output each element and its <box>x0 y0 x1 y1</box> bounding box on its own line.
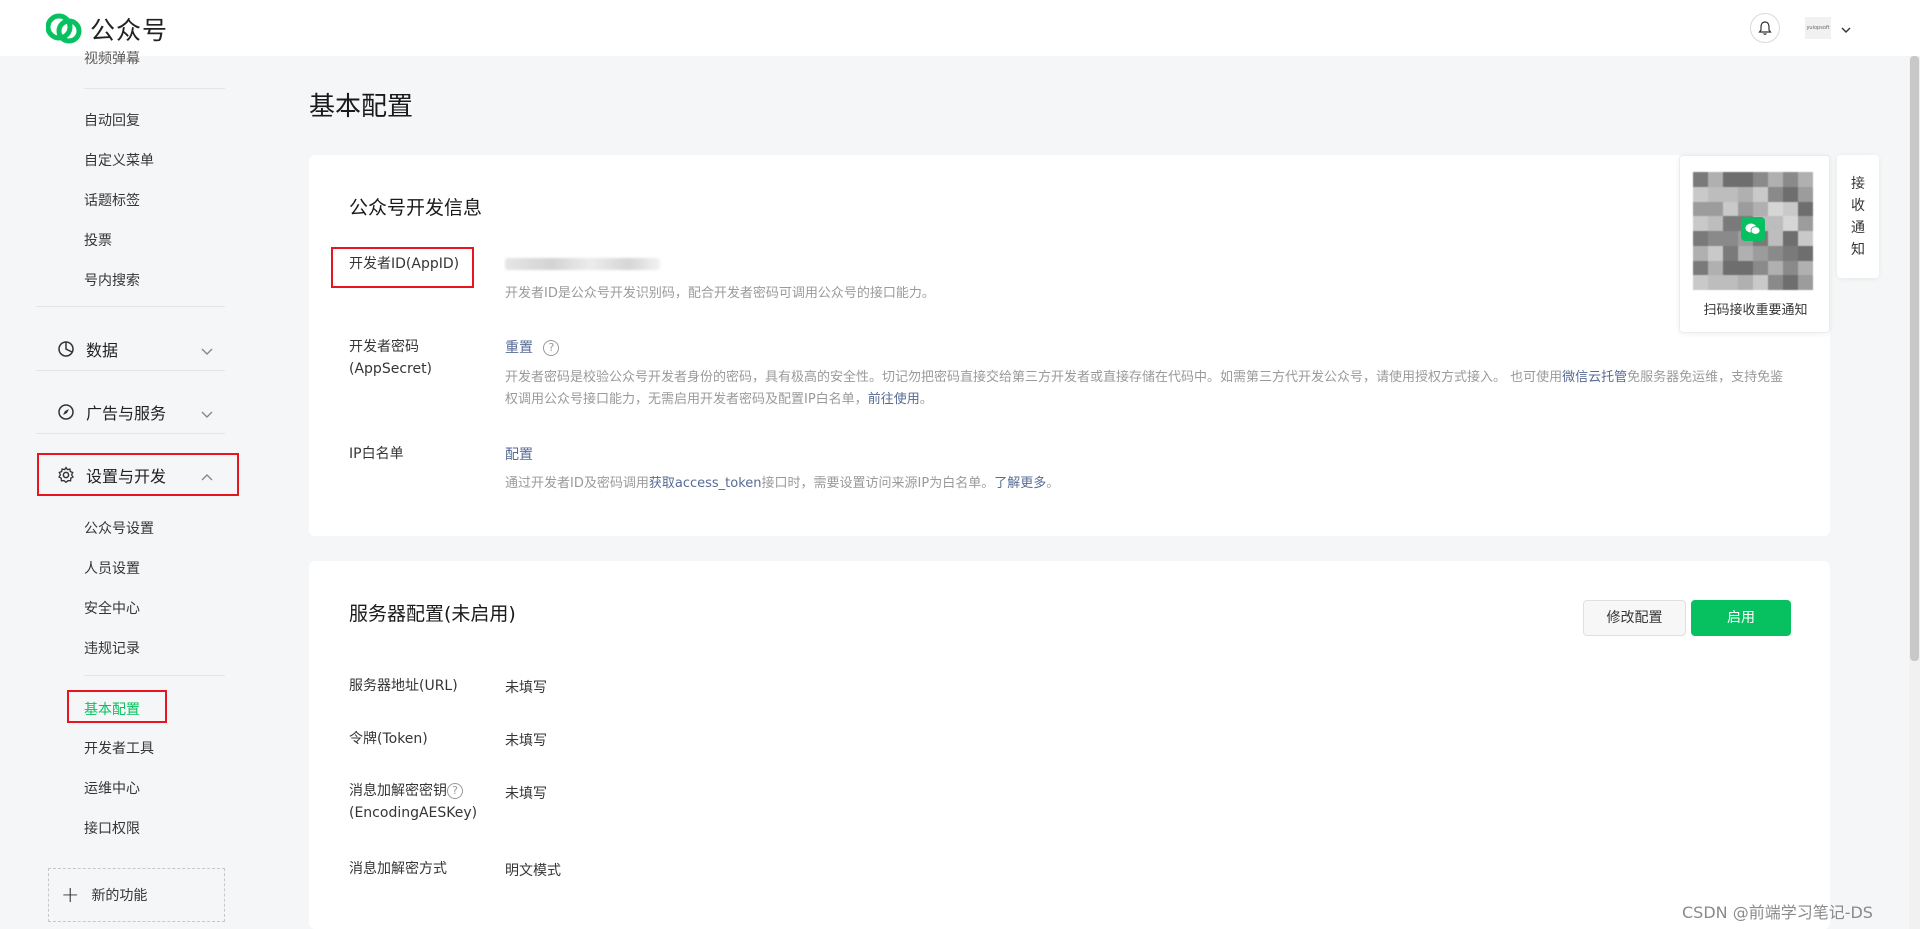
sidebar-item-violations[interactable]: 违规记录 <box>84 638 140 658</box>
token-label: 令牌(Token) <box>349 731 428 747</box>
top-bar: 公众号 yuiopsoft <box>0 0 1920 56</box>
new-feature-button[interactable]: + 新的功能 <box>48 868 225 922</box>
chevron-down-icon[interactable] <box>1840 20 1852 39</box>
notification-bell-icon[interactable] <box>1750 13 1780 43</box>
ip-desc-text: 通过开发者ID及密码调用 <box>505 476 649 491</box>
sidebar-item-member-settings[interactable]: 人员设置 <box>84 558 140 578</box>
modify-config-button[interactable]: 修改配置 <box>1583 600 1686 636</box>
appid-value-redacted <box>505 258 660 270</box>
sidebar-group-label: 广告与服务 <box>86 404 167 423</box>
scrollbar-thumb[interactable] <box>1910 56 1919 661</box>
sidebar-group-ads[interactable]: 广告与服务 <box>56 400 166 424</box>
server-config-title: 服务器配置(未启用) <box>349 603 516 625</box>
qr-caption: 扫码接收重要通知 <box>1703 303 1808 318</box>
annotation-highlight-appid <box>331 247 474 288</box>
configure-ip-link[interactable]: 配置 <box>505 444 533 464</box>
divider <box>84 675 225 676</box>
account-avatar[interactable]: yuiopsoft <box>1805 17 1831 39</box>
aes-key-value: 未填写 <box>505 786 547 802</box>
sidebar-item-search[interactable]: 号内搜索 <box>84 270 140 290</box>
access-token-link[interactable]: 获取access_token <box>649 476 762 491</box>
notice-tab-char: 通 <box>1851 219 1865 236</box>
logo[interactable]: 公众号 <box>45 11 169 47</box>
secret-desc-end: 。 <box>919 392 933 407</box>
ip-whitelist-label: IP白名单 <box>349 446 404 462</box>
secret-actions: 重置 ? <box>505 337 560 357</box>
pie-chart-icon <box>56 339 76 359</box>
sidebar-item-security-center[interactable]: 安全中心 <box>84 598 140 618</box>
wechat-icon <box>1741 217 1765 241</box>
new-feature-label: 新的功能 <box>91 888 148 904</box>
sidebar-item-dev-tools[interactable]: 开发者工具 <box>84 738 154 758</box>
sidebar: 视频弹幕 自动回复 自定义菜单 话题标签 投票 号内搜索 数据 广告与服务 设置… <box>0 51 260 929</box>
receive-notice-tab[interactable]: 接 收 通 知 <box>1837 155 1879 278</box>
compass-icon <box>56 402 76 422</box>
encryption-mode-value: 明文模式 <box>505 863 561 879</box>
sidebar-item-account-settings[interactable]: 公众号设置 <box>84 518 154 538</box>
sidebar-item-api-permissions[interactable]: 接口权限 <box>84 818 140 838</box>
help-icon[interactable]: ? <box>543 340 560 356</box>
wechat-logo-icon <box>45 12 82 46</box>
encryption-mode-label: 消息加解密方式 <box>349 861 447 877</box>
chevron-down-icon[interactable] <box>200 342 214 361</box>
annotation-highlight-settings <box>37 453 239 496</box>
notice-tab-char: 接 <box>1851 175 1865 192</box>
secret-label: 开发者密码(AppSecret) <box>349 339 433 377</box>
token-value: 未填写 <box>505 733 547 749</box>
sidebar-item-vote[interactable]: 投票 <box>84 230 112 250</box>
notice-tab-char: 知 <box>1851 241 1865 258</box>
ip-desc-end: 。 <box>1046 476 1060 491</box>
reset-secret-link[interactable]: 重置 <box>505 340 533 356</box>
aes-key-label-text-2: (EncodingAESKey) <box>349 805 478 821</box>
server-url-value: 未填写 <box>505 680 547 696</box>
divider <box>36 370 225 371</box>
secret-description: 开发者密码是校验公众号开发者身份的密码，具有极高的安全性。切记勿把密码直接交给第… <box>505 367 1795 411</box>
sidebar-item-ops-center[interactable]: 运维中心 <box>84 778 140 798</box>
aes-key-label: 消息加解密密钥? (EncodingAESKey) <box>349 780 477 824</box>
sidebar-item-danmaku[interactable]: 视频弹幕 <box>84 48 140 68</box>
chevron-down-icon[interactable] <box>200 405 214 424</box>
sidebar-item-topic-tags[interactable]: 话题标签 <box>84 190 140 210</box>
appid-description: 开发者ID是公众号开发识别码，配合开发者密码可调用公众号的接口能力。 <box>505 286 935 301</box>
annotation-highlight-basic-config <box>67 690 167 723</box>
page-title: 基本配置 <box>309 92 414 122</box>
watermark: CSDN @前端学习笔记-DS <box>1682 903 1873 922</box>
dev-info-card: 公众号开发信息 开发者ID(AppID) 开发者ID是公众号开发识别码，配合开发… <box>309 155 1830 536</box>
learn-more-link[interactable]: 了解更多 <box>994 476 1046 491</box>
ip-desc-text-2: 接口时，需要设置访问来源IP为白名单。 <box>761 476 995 491</box>
qr-notice-panel: 扫码接收重要通知 <box>1679 155 1830 333</box>
dev-info-title: 公众号开发信息 <box>349 197 483 219</box>
secret-desc-text: 开发者密码是校验公众号开发者身份的密码，具有极高的安全性。切记勿把密码直接交给第… <box>505 370 1563 385</box>
notice-tab-char: 收 <box>1851 197 1865 214</box>
ip-whitelist-description: 通过开发者ID及密码调用获取access_token接口时，需要设置访问来源IP… <box>505 473 1059 495</box>
plus-icon: + <box>61 882 80 908</box>
divider <box>36 306 225 307</box>
server-config-card: 服务器配置(未启用) 修改配置 启用 服务器地址(URL) 未填写 令牌(Tok… <box>309 561 1830 929</box>
sidebar-group-data[interactable]: 数据 <box>56 337 118 361</box>
sidebar-item-custom-menu[interactable]: 自定义菜单 <box>84 150 154 170</box>
server-url-label: 服务器地址(URL) <box>349 678 458 694</box>
divider <box>36 433 225 434</box>
aes-key-label-text: 消息加解密密钥 <box>349 783 447 799</box>
cloud-hosting-link[interactable]: 微信云托管 <box>1562 370 1627 385</box>
sidebar-group-label: 数据 <box>86 341 119 360</box>
go-use-link[interactable]: 前往使用 <box>868 392 920 407</box>
app-name: 公众号 <box>90 16 169 45</box>
sidebar-item-auto-reply[interactable]: 自动回复 <box>84 110 140 130</box>
enable-button[interactable]: 启用 <box>1691 600 1791 636</box>
help-icon[interactable]: ? <box>447 783 463 799</box>
divider <box>84 88 225 89</box>
